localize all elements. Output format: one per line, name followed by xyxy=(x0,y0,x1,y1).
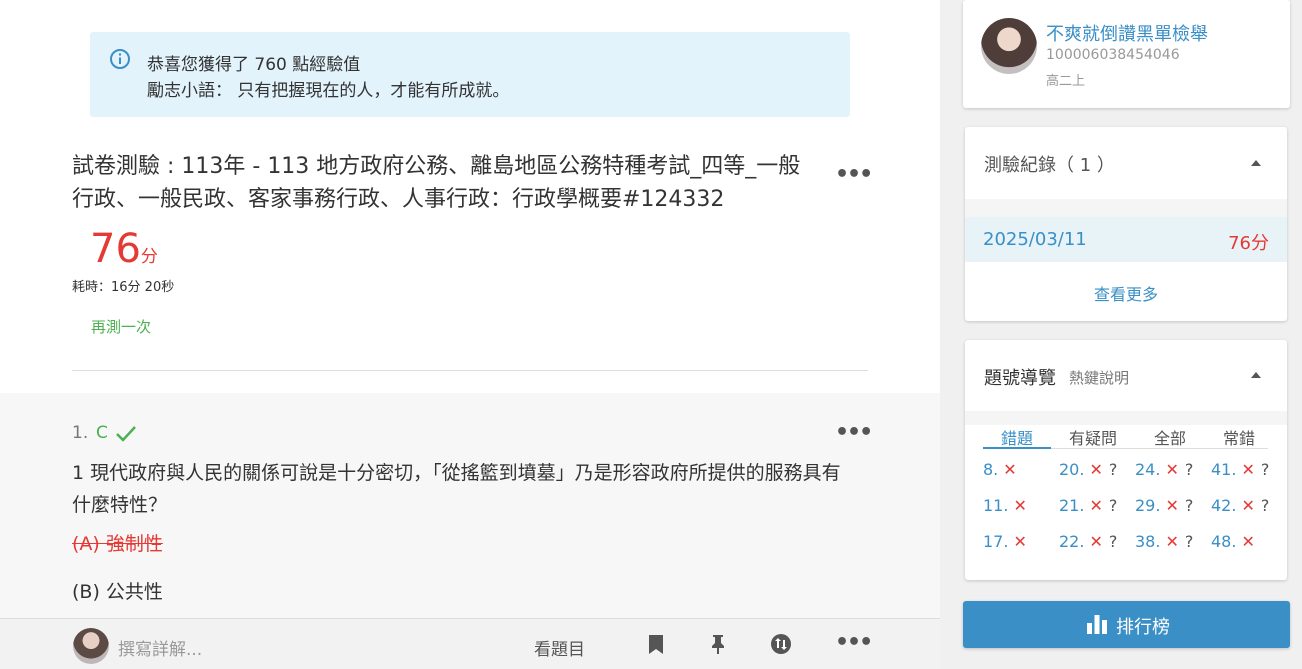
question-link[interactable]: 29. ✕? xyxy=(1135,496,1193,515)
tab-all[interactable]: 全部 xyxy=(1154,425,1186,449)
wrong-mark-icon: ✕ xyxy=(1241,460,1255,479)
alert-experience-text: 恭喜您獲得了 760 點經驗值 xyxy=(147,55,361,75)
elapsed-time: 耗時：16分 20秒 xyxy=(72,280,175,295)
tab-doubt[interactable]: 有疑問 xyxy=(1069,425,1117,449)
correct-check-icon xyxy=(116,426,136,442)
question-link[interactable]: 38. ✕? xyxy=(1135,532,1193,551)
profile-avatar xyxy=(981,18,1037,74)
record-date: 2025/03/11 xyxy=(983,229,1087,250)
wrong-mark-icon: ✕ xyxy=(1165,460,1179,479)
divider xyxy=(72,370,868,371)
question-number: 1. xyxy=(72,423,89,443)
question-link-number: 42. xyxy=(1211,496,1237,515)
switch-icon[interactable] xyxy=(770,633,792,655)
question-link[interactable]: 22. ✕? xyxy=(1059,532,1117,551)
doubt-mark: ? xyxy=(1184,460,1194,479)
wrong-mark-icon: ✕ xyxy=(1241,532,1255,551)
toolbar-more-button[interactable]: ••• xyxy=(835,630,873,655)
profile-name[interactable]: 不爽就倒讚黑單檢舉 xyxy=(1046,20,1208,46)
question-link[interactable]: 8. ✕ xyxy=(983,460,1017,479)
record-row[interactable]: 2025/03/11 76分 xyxy=(965,217,1287,262)
score-unit: 分 xyxy=(140,247,158,267)
question-link[interactable]: 24. ✕? xyxy=(1135,460,1193,479)
wrong-mark-icon: ✕ xyxy=(1013,496,1027,515)
doubt-mark: ? xyxy=(1260,496,1270,515)
info-icon xyxy=(110,49,130,69)
ranking-label: 排行榜 xyxy=(1116,617,1170,638)
question-text: 1 現代政府與人民的關係可說是十分密切，「從搖籃到墳墓」乃是形容政府所提供的服務… xyxy=(72,462,841,516)
profile-grade: 高二上 xyxy=(1046,74,1086,89)
hotkey-help-link[interactable]: 熱鍵說明 xyxy=(1069,367,1129,388)
wrong-mark-icon: ✕ xyxy=(1013,532,1027,551)
wrong-mark-icon: ✕ xyxy=(1089,460,1103,479)
profile-id: 100006038454046 xyxy=(1046,47,1180,63)
wrong-mark-icon: ✕ xyxy=(1089,496,1103,515)
nav-strip xyxy=(965,411,1287,425)
doubt-mark: ? xyxy=(1184,532,1194,551)
record-score: 76分 xyxy=(1228,233,1269,254)
active-tab-underline xyxy=(983,447,1051,449)
question-link-number: 20. xyxy=(1059,460,1085,479)
exam-more-button[interactable]: ••• xyxy=(835,162,873,187)
doubt-mark: ? xyxy=(1108,496,1118,515)
user-avatar xyxy=(73,628,109,664)
question-link[interactable]: 48. ✕ xyxy=(1211,532,1255,551)
doubt-mark: ? xyxy=(1108,532,1118,551)
question-link[interactable]: 11. ✕ xyxy=(983,496,1027,515)
bookmark-icon[interactable] xyxy=(645,633,667,655)
experience-alert: 恭喜您獲得了 760 點經驗值 勵志小語： 只有把握現在的人，才能有所成就。 xyxy=(90,32,850,117)
question-link-number: 29. xyxy=(1135,496,1161,515)
bottom-toolbar: 撰寫詳解... 看題目 ••• xyxy=(0,618,940,669)
question-link[interactable]: 20. ✕? xyxy=(1059,460,1117,479)
question-link-number: 8. xyxy=(983,460,999,479)
question-link[interactable]: 42. ✕? xyxy=(1211,496,1269,515)
write-explanation-input[interactable]: 撰寫詳解... xyxy=(118,635,202,660)
question-link-number: 21. xyxy=(1059,496,1085,515)
question-nav-card: 題號導覽 熱鍵說明 錯題 有疑問 全部 常錯 8. ✕ 20. ✕? 24. ✕? 41. ✕… xyxy=(965,340,1287,580)
tab-wrong[interactable]: 錯題 xyxy=(1001,425,1033,449)
view-question-button[interactable]: 看題目 xyxy=(534,635,585,660)
profile-card: 不爽就倒讚黑單檢舉 100006038454046 高二上 xyxy=(963,0,1290,108)
tab-frequent-wrong[interactable]: 常錯 xyxy=(1223,425,1255,449)
exam-title: 試卷測驗 : 113年 - 113 地方政府公務、離島地區公務特種考試_四等_一… xyxy=(72,154,801,212)
question-link-number: 24. xyxy=(1135,460,1161,479)
doubt-mark: ? xyxy=(1184,496,1194,515)
nav-tabs: 錯題 有疑問 全部 常錯 xyxy=(983,425,1268,449)
question-link-number: 48. xyxy=(1211,532,1237,551)
main-content: 恭喜您獲得了 760 點經驗值 勵志小語： 只有把握現在的人，才能有所成就。 試… xyxy=(0,0,940,669)
wrong-mark-icon: ✕ xyxy=(1241,496,1255,515)
question-link-number: 41. xyxy=(1211,460,1237,479)
question-link[interactable]: 21. ✕? xyxy=(1059,496,1117,515)
option-a: (A) 強制性 xyxy=(72,533,163,555)
pin-icon[interactable] xyxy=(707,633,729,655)
chevron-up-icon[interactable] xyxy=(1251,160,1261,166)
records-header: 測驗紀錄（ 1 ） xyxy=(984,155,1115,176)
question-link-number: 22. xyxy=(1059,532,1085,551)
bar-chart-icon xyxy=(1087,615,1107,634)
doubt-mark: ? xyxy=(1260,460,1270,479)
see-more-link[interactable]: 查看更多 xyxy=(965,281,1287,305)
question-more-button[interactable]: ••• xyxy=(835,420,873,445)
exam-score: 76分 xyxy=(90,226,158,272)
wrong-mark-icon: ✕ xyxy=(1089,532,1103,551)
wrong-mark-icon: ✕ xyxy=(1165,532,1179,551)
retry-button[interactable]: 再測一次 xyxy=(91,316,151,337)
question-link-number: 17. xyxy=(983,532,1009,551)
alert-motto-text: 勵志小語： 只有把握現在的人，才能有所成就。 xyxy=(147,81,510,101)
ranking-button[interactable]: 排行榜 xyxy=(963,601,1290,648)
wrong-mark-icon: ✕ xyxy=(1165,496,1179,515)
question-link[interactable]: 41. ✕? xyxy=(1211,460,1269,479)
question-link-number: 11. xyxy=(983,496,1009,515)
option-b: (B) 公共性 xyxy=(72,581,163,603)
question-link[interactable]: 17. ✕ xyxy=(983,532,1027,551)
score-value: 76 xyxy=(90,226,141,272)
question-answer: C xyxy=(96,423,108,443)
wrong-mark-icon: ✕ xyxy=(1003,460,1017,479)
question-link-number: 38. xyxy=(1135,532,1161,551)
records-strip xyxy=(965,199,1287,217)
doubt-mark: ? xyxy=(1108,460,1118,479)
test-records-card: 測驗紀錄（ 1 ） 2025/03/11 76分 查看更多 xyxy=(965,127,1287,321)
chevron-up-icon[interactable] xyxy=(1251,372,1261,378)
nav-header: 題號導覽 xyxy=(984,368,1056,389)
